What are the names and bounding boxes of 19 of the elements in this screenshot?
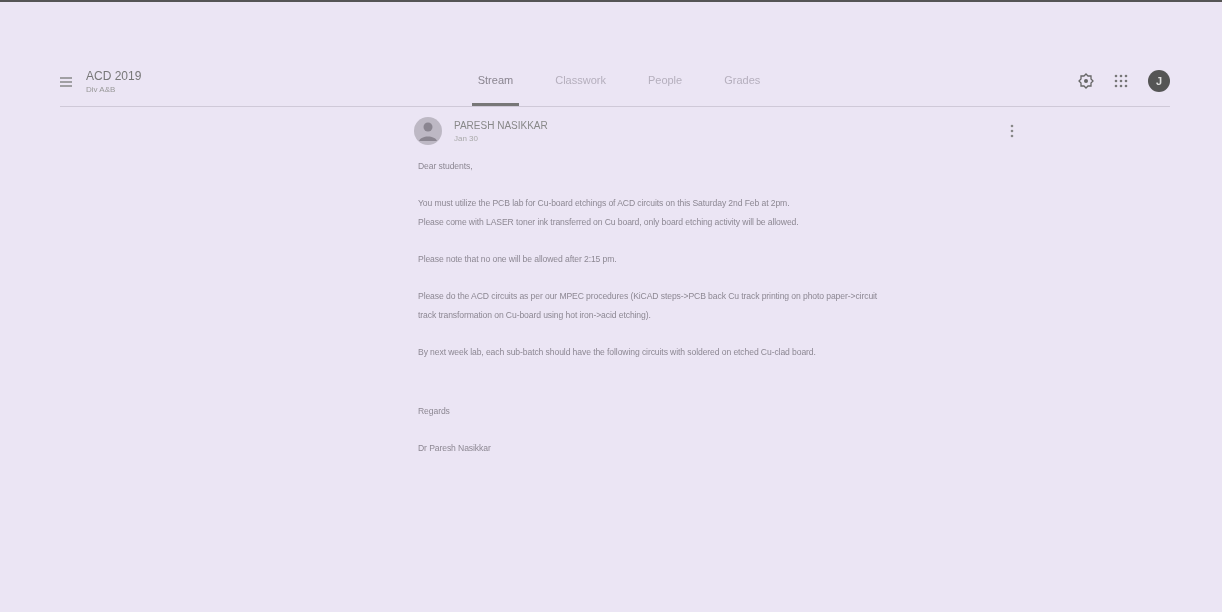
post-text-line: Please note that no one will be allowed after 2:15 pm. (418, 253, 618, 266)
post-text-line: track transformation on Cu-board using hot iron->acid etching). (418, 309, 652, 322)
post-text-line: Please do the ACD circuits as per our MPEC procedures (KiCAD steps->PCB back Cu track printing on photo paper->circuit (418, 290, 879, 303)
post-text-line: Dear students, (418, 160, 474, 173)
account-avatar[interactable]: J (1148, 70, 1170, 92)
author-name: PARESH NASIKKAR (454, 119, 549, 131)
course-title[interactable]: ACD 2019 (86, 68, 142, 83)
post-date: Jan 30 (454, 133, 480, 143)
post-text-line: By next week lab, each sub-batch should have the following circuits with soldered on etched Cu-clad board. (418, 346, 817, 359)
more-options-icon[interactable] (1010, 124, 1014, 138)
post-text-line: Dr Paresh Nasikkar (418, 442, 492, 455)
tab[interactable]: Stream (471, 56, 520, 106)
avatar-icon (414, 117, 442, 145)
post-text-line: Please come with LASER toner ink transferred on Cu board, only board etching activity will be allowed. (418, 216, 800, 229)
apps-grid-icon[interactable] (1114, 74, 1128, 88)
settings-icon[interactable] (1078, 73, 1094, 89)
post-text-line: Regards (418, 405, 451, 418)
post-text-line: You must utilize the PCB lab for Cu-board etchings of ACD circuits on this Saturday 2nd Feb at 2pm. (418, 197, 791, 210)
course-section: Div A&B (86, 84, 142, 94)
